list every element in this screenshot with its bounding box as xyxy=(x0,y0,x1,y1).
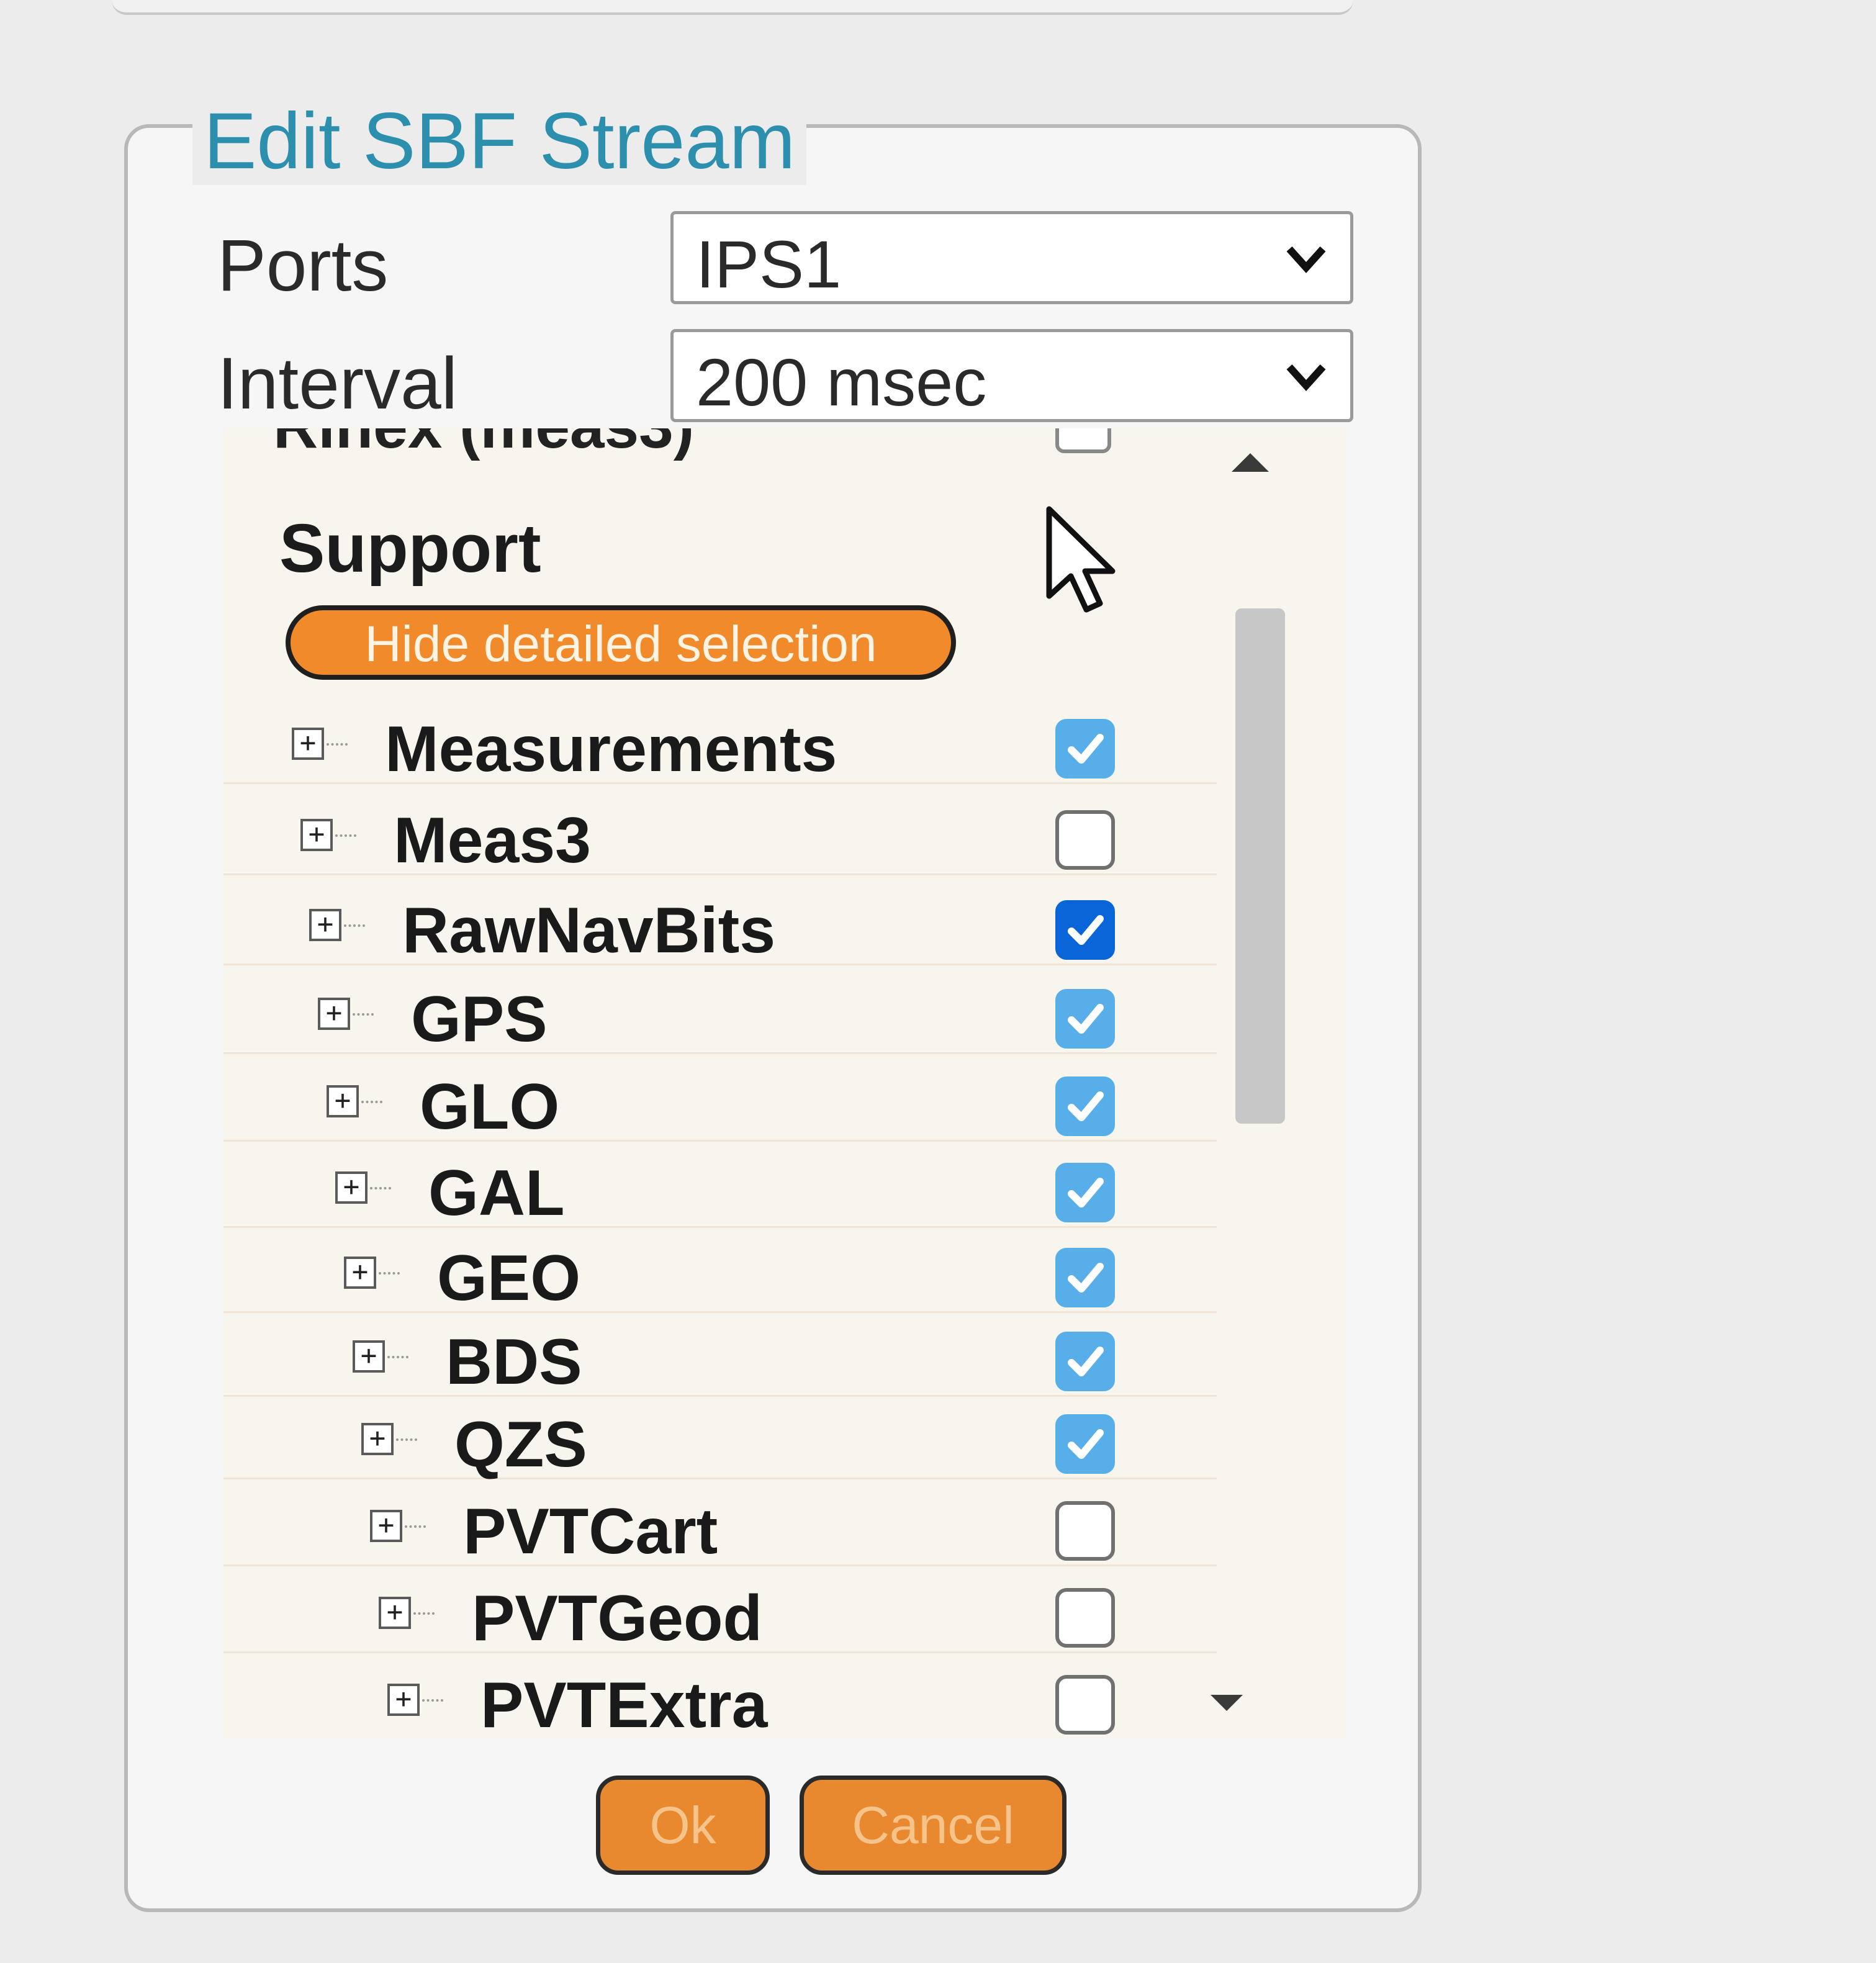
hide-detailed-selection-button[interactable]: Hide detailed selection xyxy=(286,605,956,680)
list-item-checkbox[interactable] xyxy=(1055,1248,1115,1307)
list-item-checkbox[interactable] xyxy=(1055,1501,1115,1561)
list-item-label: GEO xyxy=(437,1242,581,1314)
checkmark-icon xyxy=(1068,1347,1104,1376)
tree-connector xyxy=(413,1612,435,1615)
ok-button[interactable]: Ok xyxy=(596,1776,770,1875)
plus-box-icon[interactable]: + xyxy=(361,1423,394,1455)
checkmark-icon xyxy=(1068,1004,1104,1034)
tree-connector xyxy=(396,1438,417,1441)
list-item-label: GLO xyxy=(420,1071,560,1143)
list-item-label: Meas3 xyxy=(394,805,591,877)
list-item-label: PVTCart xyxy=(463,1496,718,1568)
list-item[interactable]: + BDS xyxy=(223,1314,1217,1398)
panel-title: Edit SBF Stream xyxy=(192,98,807,185)
list-item-label: PVTGeod xyxy=(472,1582,763,1654)
interval-select-value: 200 msec xyxy=(696,345,987,420)
list-item-checkbox[interactable] xyxy=(1055,810,1115,870)
tree-connector xyxy=(422,1699,443,1702)
support-group-label: Support xyxy=(279,510,541,587)
list-item[interactable]: + RawNavBits xyxy=(223,883,1217,967)
list-item-label: QZS xyxy=(454,1409,587,1481)
ports-select-value: IPS1 xyxy=(696,227,842,302)
checkmark-icon xyxy=(1068,1091,1104,1121)
list-item[interactable]: + QZS xyxy=(223,1397,1217,1481)
checkmark-icon xyxy=(1068,734,1104,764)
checkmark-icon xyxy=(1068,1178,1104,1207)
scroll-up-arrow-icon[interactable] xyxy=(1232,453,1269,472)
list-item[interactable]: + PVTCart xyxy=(223,1484,1217,1568)
list-item-label: BDS xyxy=(446,1326,582,1398)
list-item-partially-visible[interactable]: Rinex (meas3) xyxy=(273,428,694,463)
mouse-pointer-icon xyxy=(1046,506,1116,613)
plus-box-icon[interactable]: + xyxy=(327,1085,359,1117)
list-item-checkbox[interactable] xyxy=(1055,719,1115,778)
tree-connector xyxy=(405,1525,426,1528)
window-top-edge xyxy=(112,0,1353,15)
list-item-label: GAL xyxy=(428,1157,565,1229)
sbf-block-list[interactable]: Rinex (meas3) Support Hide detailed sele… xyxy=(223,428,1347,1738)
tree-connector xyxy=(379,1272,400,1275)
checkmark-icon xyxy=(1068,915,1104,945)
plus-box-icon[interactable]: + xyxy=(300,819,333,851)
plus-box-icon[interactable]: + xyxy=(344,1257,376,1289)
list-item-label: Measurements xyxy=(385,713,837,785)
chevron-down-icon xyxy=(1286,364,1326,391)
ports-row: Ports IPS1 xyxy=(217,211,1360,307)
list-scrollbar[interactable] xyxy=(1211,428,1285,1732)
ports-select[interactable]: IPS1 xyxy=(670,211,1353,304)
plus-box-icon[interactable]: + xyxy=(379,1597,411,1629)
list-item[interactable]: + GPS xyxy=(223,972,1217,1055)
interval-row: Interval 200 msec xyxy=(217,329,1360,425)
list-item-checkbox[interactable] xyxy=(1055,1163,1115,1222)
tree-connector xyxy=(353,1013,374,1016)
list-item-checkbox[interactable] xyxy=(1055,428,1111,453)
checkmark-icon xyxy=(1068,1263,1104,1293)
tree-connector xyxy=(370,1187,391,1189)
list-item[interactable]: + GLO xyxy=(223,1059,1217,1143)
tree-connector xyxy=(387,1356,408,1358)
interval-select[interactable]: 200 msec xyxy=(670,329,1353,422)
list-item[interactable]: + GAL xyxy=(223,1145,1217,1229)
scroll-thumb[interactable] xyxy=(1235,608,1285,1124)
scroll-down-arrow-icon[interactable] xyxy=(1211,1695,1243,1711)
list-item[interactable]: + PVTExtra xyxy=(223,1658,1217,1738)
tree-connector xyxy=(335,834,356,837)
list-item-label: GPS xyxy=(411,983,548,1055)
list-item-label: PVTExtra xyxy=(480,1669,768,1738)
plus-box-icon[interactable]: + xyxy=(292,728,324,760)
plus-box-icon[interactable]: + xyxy=(335,1171,368,1204)
list-item-checkbox[interactable] xyxy=(1055,1332,1115,1391)
plus-box-icon[interactable]: + xyxy=(370,1510,402,1542)
plus-box-icon[interactable]: + xyxy=(387,1684,420,1716)
tree-connector xyxy=(361,1101,382,1103)
interval-label: Interval xyxy=(217,343,458,425)
plus-box-icon[interactable]: + xyxy=(318,998,350,1030)
list-item-checkbox[interactable] xyxy=(1055,900,1115,960)
list-item-checkbox[interactable] xyxy=(1055,989,1115,1049)
list-item-checkbox[interactable] xyxy=(1055,1414,1115,1474)
tree-connector xyxy=(327,743,348,746)
checkmark-icon xyxy=(1068,1429,1104,1459)
plus-box-icon[interactable]: + xyxy=(309,909,341,941)
plus-box-icon[interactable]: + xyxy=(353,1340,385,1373)
list-item-label: RawNavBits xyxy=(402,895,776,967)
list-item[interactable]: + Meas3 xyxy=(223,793,1217,877)
list-item-checkbox[interactable] xyxy=(1055,1076,1115,1136)
list-item[interactable]: + PVTGeod xyxy=(223,1571,1217,1654)
chevron-down-icon xyxy=(1286,246,1326,273)
list-item[interactable]: + GEO xyxy=(223,1230,1217,1314)
list-item-checkbox[interactable] xyxy=(1055,1675,1115,1735)
ports-label: Ports xyxy=(217,225,389,307)
list-item-checkbox[interactable] xyxy=(1055,1588,1115,1648)
cancel-button[interactable]: Cancel xyxy=(800,1776,1067,1875)
tree-connector xyxy=(344,924,365,927)
list-item[interactable]: + Measurements xyxy=(223,702,1217,785)
